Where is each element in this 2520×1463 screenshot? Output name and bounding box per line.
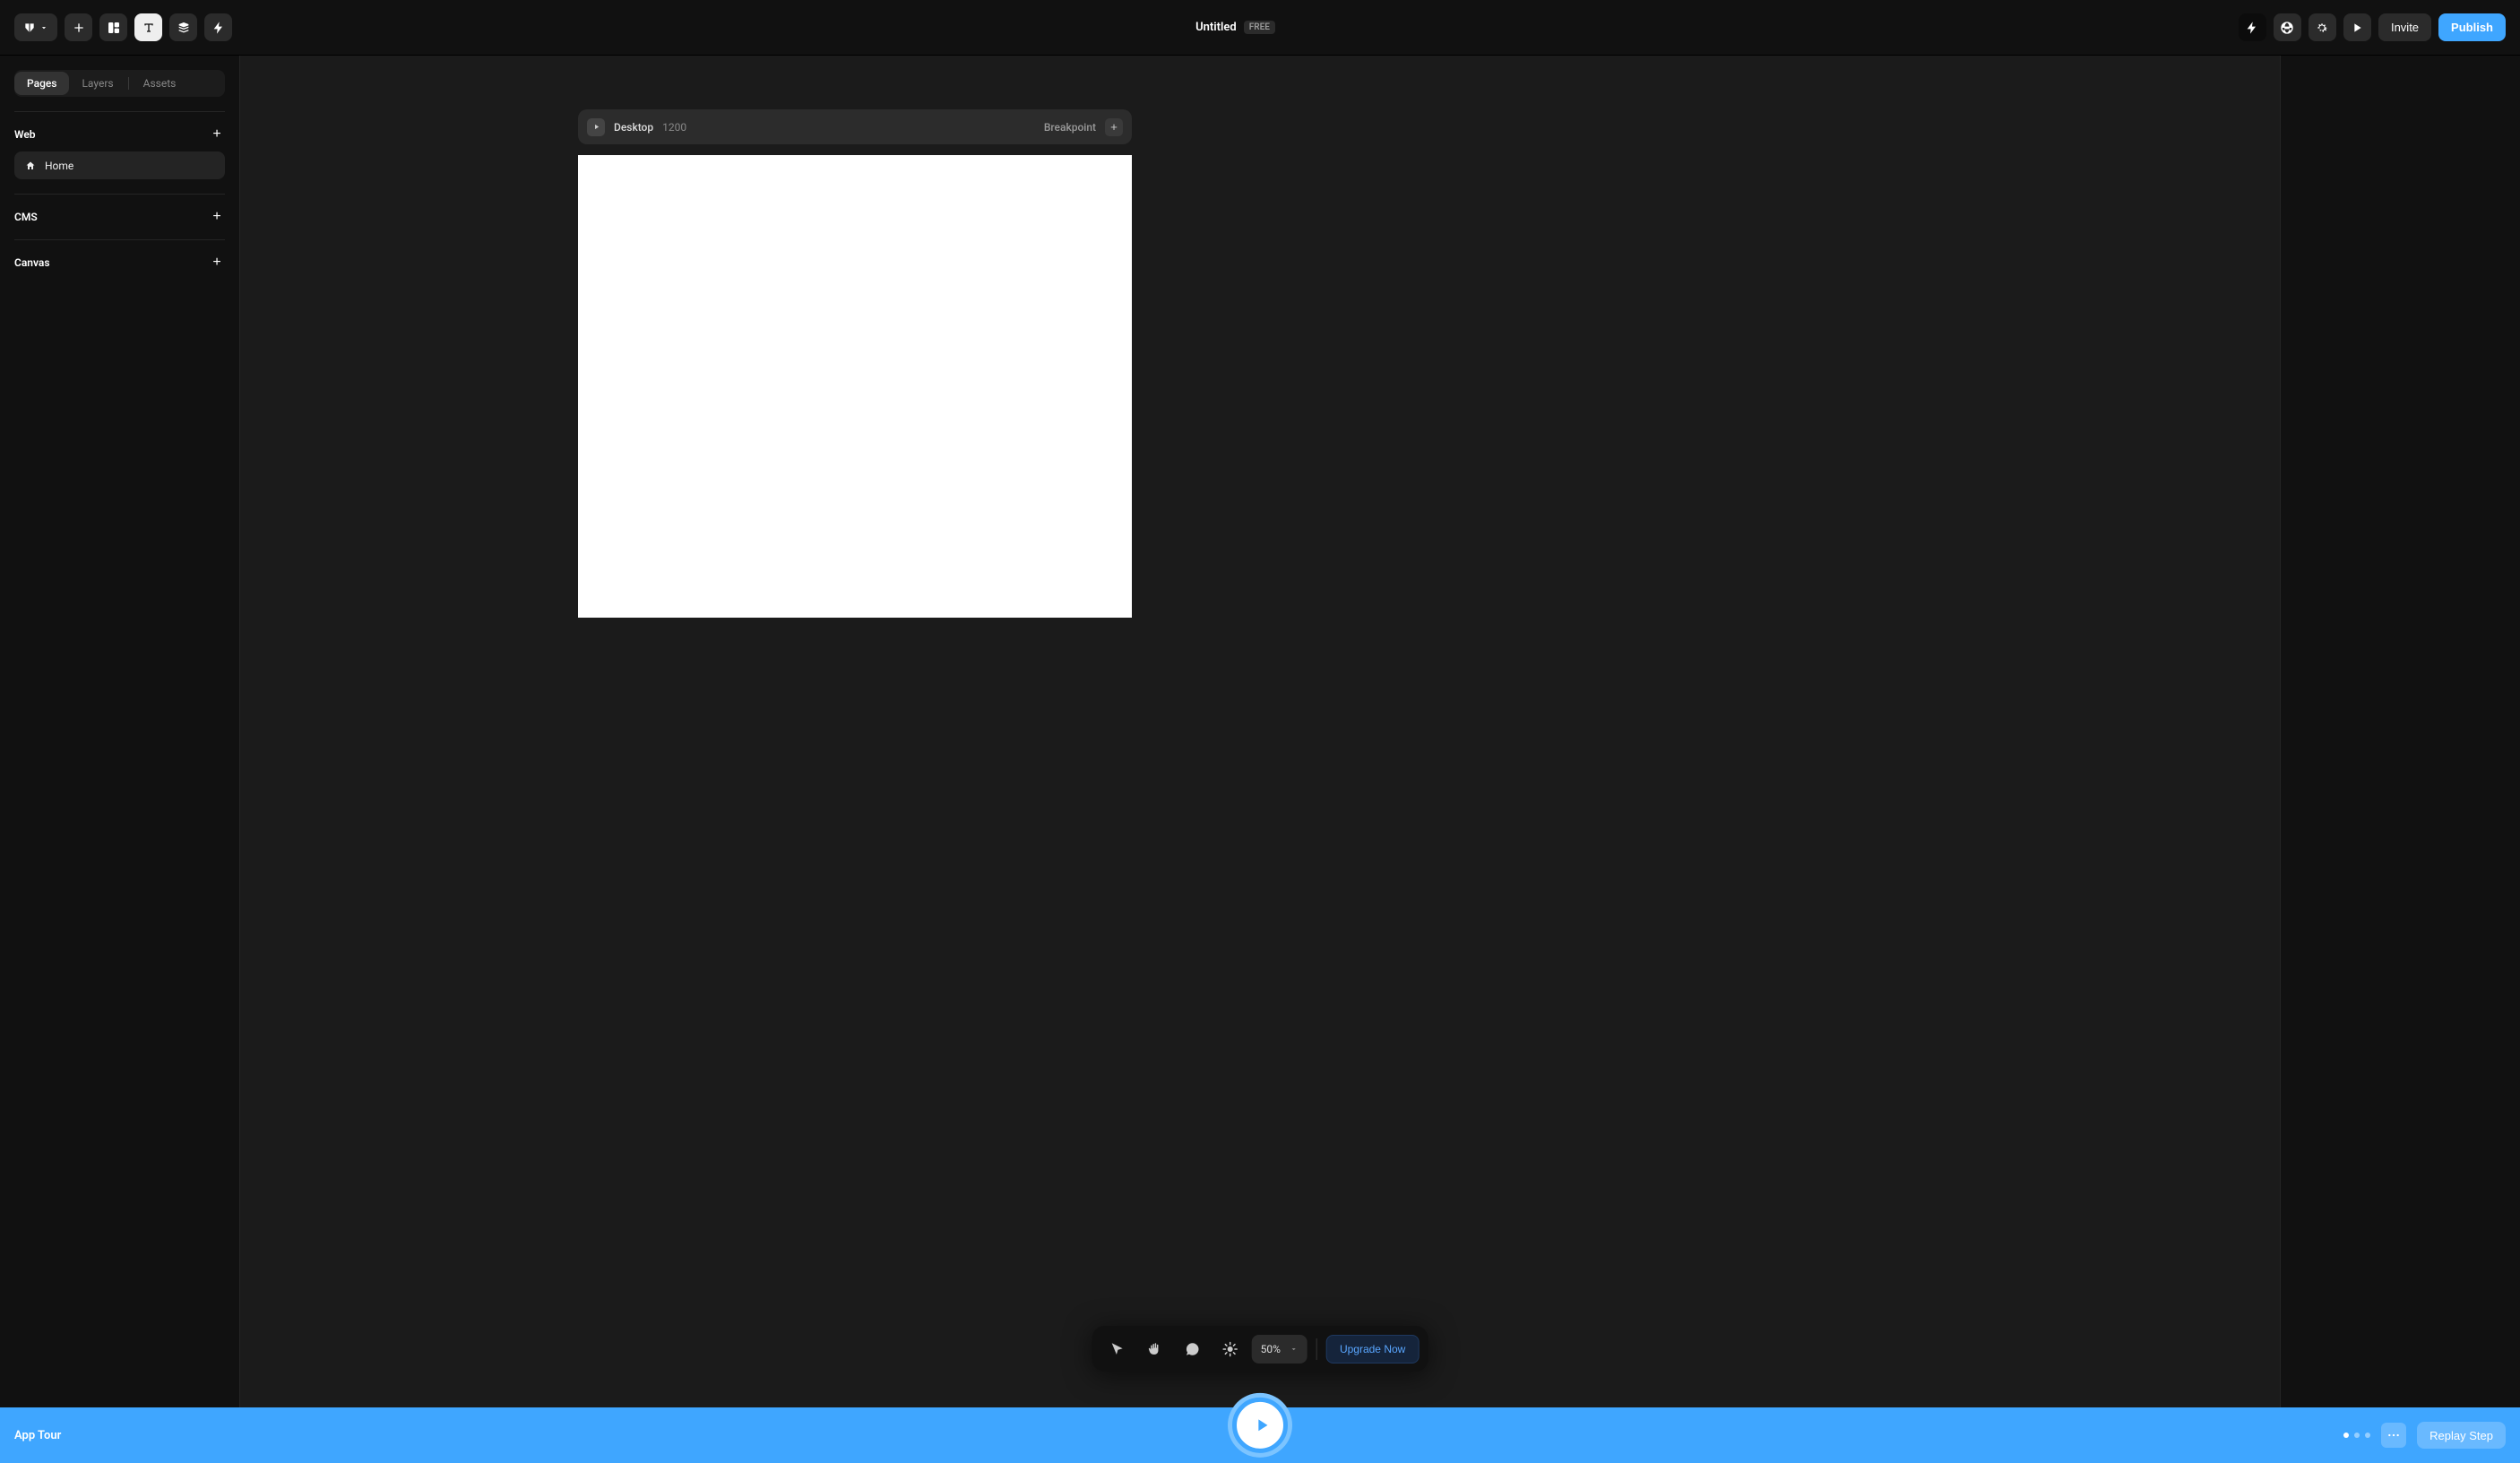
canvas[interactable]: Desktop 1200 Breakpoint + 50% [240,56,2280,1407]
project-title[interactable]: Untitled [1195,21,1237,34]
preview-play-button[interactable] [2343,13,2371,41]
globe-button[interactable] [2274,13,2301,41]
hand-tool[interactable] [1139,1333,1171,1365]
breakpoint-label: Breakpoint [1044,121,1096,134]
play-icon [1252,1415,1272,1435]
text-tool-button[interactable] [134,13,162,41]
tour-title: App Tour [14,1429,61,1442]
cms-tool-button[interactable] [169,13,197,41]
page-item-home[interactable]: Home [14,151,225,179]
page-item-label: Home [45,160,73,172]
frame-device-label: Desktop [614,121,653,134]
cursor-tool[interactable] [1101,1333,1134,1365]
plan-badge: FREE [1244,21,1275,34]
publish-button[interactable]: Publish [2438,13,2506,41]
right-panel [2280,56,2520,1407]
tab-pages[interactable]: Pages [14,72,69,95]
frame-width: 1200 [662,121,686,134]
tab-layers[interactable]: Layers [69,72,125,95]
tour-dot [2343,1433,2349,1438]
brightness-tool[interactable] [1214,1333,1247,1365]
lightning-button[interactable] [2239,13,2266,41]
home-icon [25,160,36,171]
tour-more-button[interactable] [2381,1423,2406,1448]
tour-dot [2365,1433,2370,1438]
insert-button[interactable] [65,13,92,41]
tour-dot [2354,1433,2360,1438]
frame-header[interactable]: Desktop 1200 Breakpoint + [578,109,1132,144]
section-web-title: Web [14,128,36,141]
app-menu-button[interactable] [14,13,57,41]
section-canvas-title: Canvas [14,256,50,269]
artboard[interactable] [578,155,1132,618]
add-breakpoint-button[interactable]: + [1105,118,1123,136]
tour-dots [2343,1433,2370,1438]
tab-assets[interactable]: Assets [131,72,189,95]
add-cms-button[interactable]: + [209,209,225,225]
section-cms: CMS + [14,194,225,225]
chevron-down-icon [1290,1345,1299,1354]
tour-play-button[interactable] [1232,1398,1288,1453]
invite-button[interactable]: Invite [2378,13,2431,41]
topbar: Untitled FREE Invite Publish [0,0,2520,56]
left-sidebar: Pages Layers Assets Web + Home CMS + Can… [0,56,240,1407]
comment-tool[interactable] [1177,1333,1209,1365]
section-cms-title: CMS [14,211,38,223]
replay-step-button[interactable]: Replay Step [2417,1422,2506,1449]
toolbar-separator [1316,1338,1317,1360]
zoom-dropdown[interactable]: 50% [1252,1335,1307,1363]
section-canvas: Canvas + [14,239,225,271]
tour-bar: App Tour Replay Step [0,1407,2520,1463]
upgrade-button[interactable]: Upgrade Now [1326,1335,1419,1363]
section-web: Web + Home [14,111,225,179]
gear-button[interactable] [2309,13,2336,41]
tab-separator [128,77,129,90]
actions-tool-button[interactable] [204,13,232,41]
sidebar-tabs: Pages Layers Assets [14,70,225,97]
zoom-value: 50% [1261,1343,1281,1355]
main-area: Pages Layers Assets Web + Home CMS + Can… [0,56,2520,1407]
frame-play-icon[interactable] [587,118,605,136]
canvas-toolbar: 50% Upgrade Now [1092,1326,1428,1372]
layout-tool-button[interactable] [99,13,127,41]
add-web-page-button[interactable]: + [209,126,225,143]
add-canvas-button[interactable]: + [209,255,225,271]
